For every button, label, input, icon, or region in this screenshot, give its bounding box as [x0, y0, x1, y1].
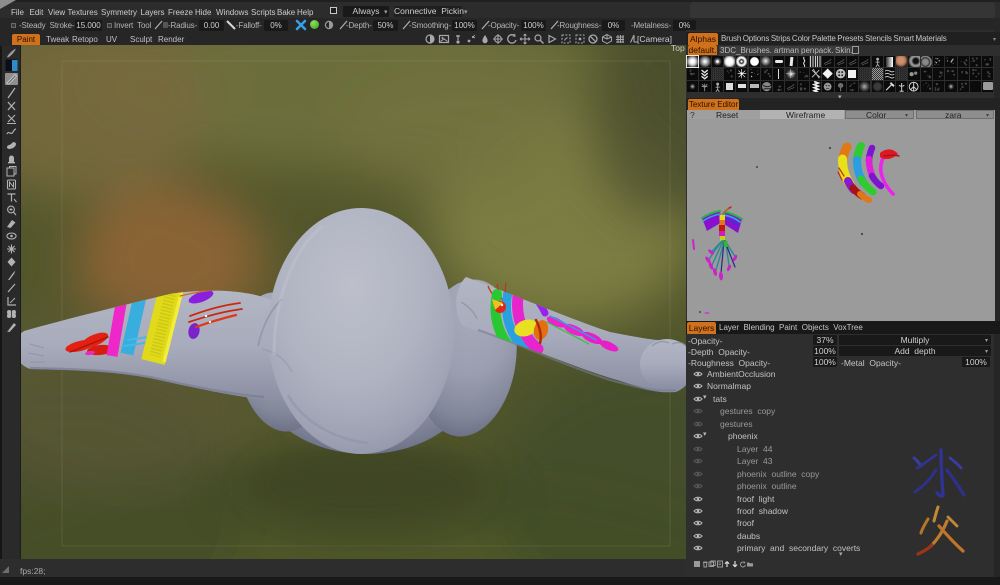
svg-text:Top: Top [671, 45, 685, 53]
